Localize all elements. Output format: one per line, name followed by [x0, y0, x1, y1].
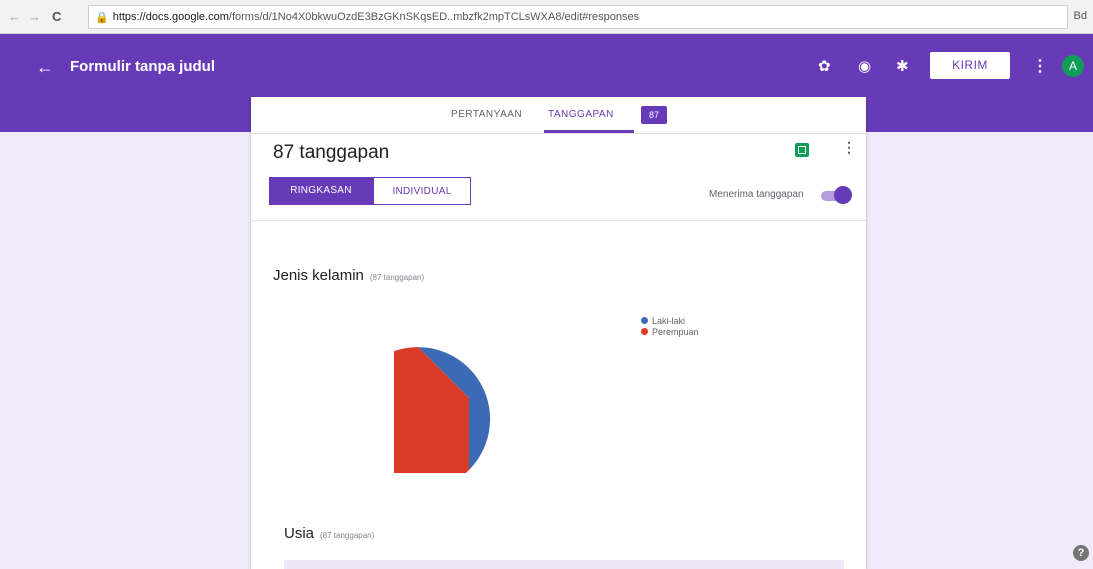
- toggle-knob[interactable]: [834, 186, 852, 204]
- individual-tab-button[interactable]: INDIVIDUAL: [373, 177, 471, 205]
- accepting-responses-label: Menerima tanggapan: [709, 189, 804, 200]
- pie-chart: 37,5%62,5%: [394, 347, 522, 473]
- browser-forward-icon[interactable]: →: [28, 9, 41, 24]
- legend-item: Laki-laki: [641, 315, 699, 326]
- more-options-icon[interactable]: ⋮: [1032, 56, 1048, 76]
- preview-eye-icon[interactable]: ◉: [858, 58, 871, 76]
- question-title-text: Usia: [284, 525, 315, 542]
- tab-bar: PERTANYAAN TANGGAPAN 87: [251, 97, 866, 134]
- question-response-count: (87 tanggapan): [320, 531, 375, 540]
- pie-data-label: 62,5%: [496, 370, 522, 380]
- url-host: https://docs.google.com: [112, 11, 229, 23]
- legend-item: Perempuan: [641, 326, 699, 337]
- question-title-text: Jenis kelamin: [273, 267, 364, 284]
- avatar[interactable]: A: [1062, 55, 1084, 77]
- chart-legend: Laki-laki Perempuan: [641, 315, 699, 337]
- reload-icon[interactable]: C: [52, 9, 61, 24]
- legend-swatch: [641, 317, 648, 324]
- extension-icon[interactable]: Bd: [1074, 10, 1087, 22]
- settings-gear-icon[interactable]: ✱: [896, 58, 909, 76]
- legend-swatch: [641, 328, 648, 335]
- address-bar[interactable]: 🔒 https://docs.google.com /forms/d/1No4X…: [88, 5, 1068, 29]
- responses-count-badge: 87: [641, 106, 667, 124]
- tab-responses[interactable]: TANGGAPAN: [548, 109, 614, 120]
- question-response-count: (87 tanggapan): [369, 273, 425, 282]
- send-button[interactable]: KIRIM: [930, 52, 1010, 79]
- responses-card: PERTANYAAN TANGGAPAN 87 87 tanggapan ⋮ R…: [251, 97, 866, 569]
- help-icon[interactable]: ?: [1073, 545, 1089, 561]
- legend-label: Perempuan: [652, 326, 699, 337]
- summary-tab-button[interactable]: RINGKASAN: [269, 177, 373, 205]
- question-title: Jenis kelamin (87 tanggapan): [273, 267, 424, 284]
- spreadsheet-icon[interactable]: [795, 143, 809, 157]
- next-chart-area: [284, 560, 844, 569]
- responses-more-icon[interactable]: ⋮: [842, 139, 856, 156]
- legend-label: Laki-laki: [652, 315, 686, 326]
- divider: [251, 220, 866, 221]
- palette-icon[interactable]: ✿: [818, 58, 831, 76]
- browser-back-icon[interactable]: ←: [8, 9, 21, 24]
- back-arrow-icon[interactable]: ←: [36, 58, 54, 76]
- form-title[interactable]: Formulir tanpa judul: [70, 58, 215, 75]
- tab-questions[interactable]: PERTANYAAN: [451, 109, 522, 120]
- active-tab-indicator: [544, 130, 634, 133]
- browser-toolbar: ← → C 🔒 https://docs.google.com /forms/d…: [0, 0, 1093, 34]
- response-count-heading: 87 tanggapan: [273, 142, 390, 163]
- lock-icon: 🔒: [95, 11, 109, 24]
- question-title: Usia (87 tanggapan): [284, 525, 374, 542]
- url-path: /forms/d/1No4X0bkwuOzdE3BzGKnSKqsED..mbz…: [228, 11, 640, 23]
